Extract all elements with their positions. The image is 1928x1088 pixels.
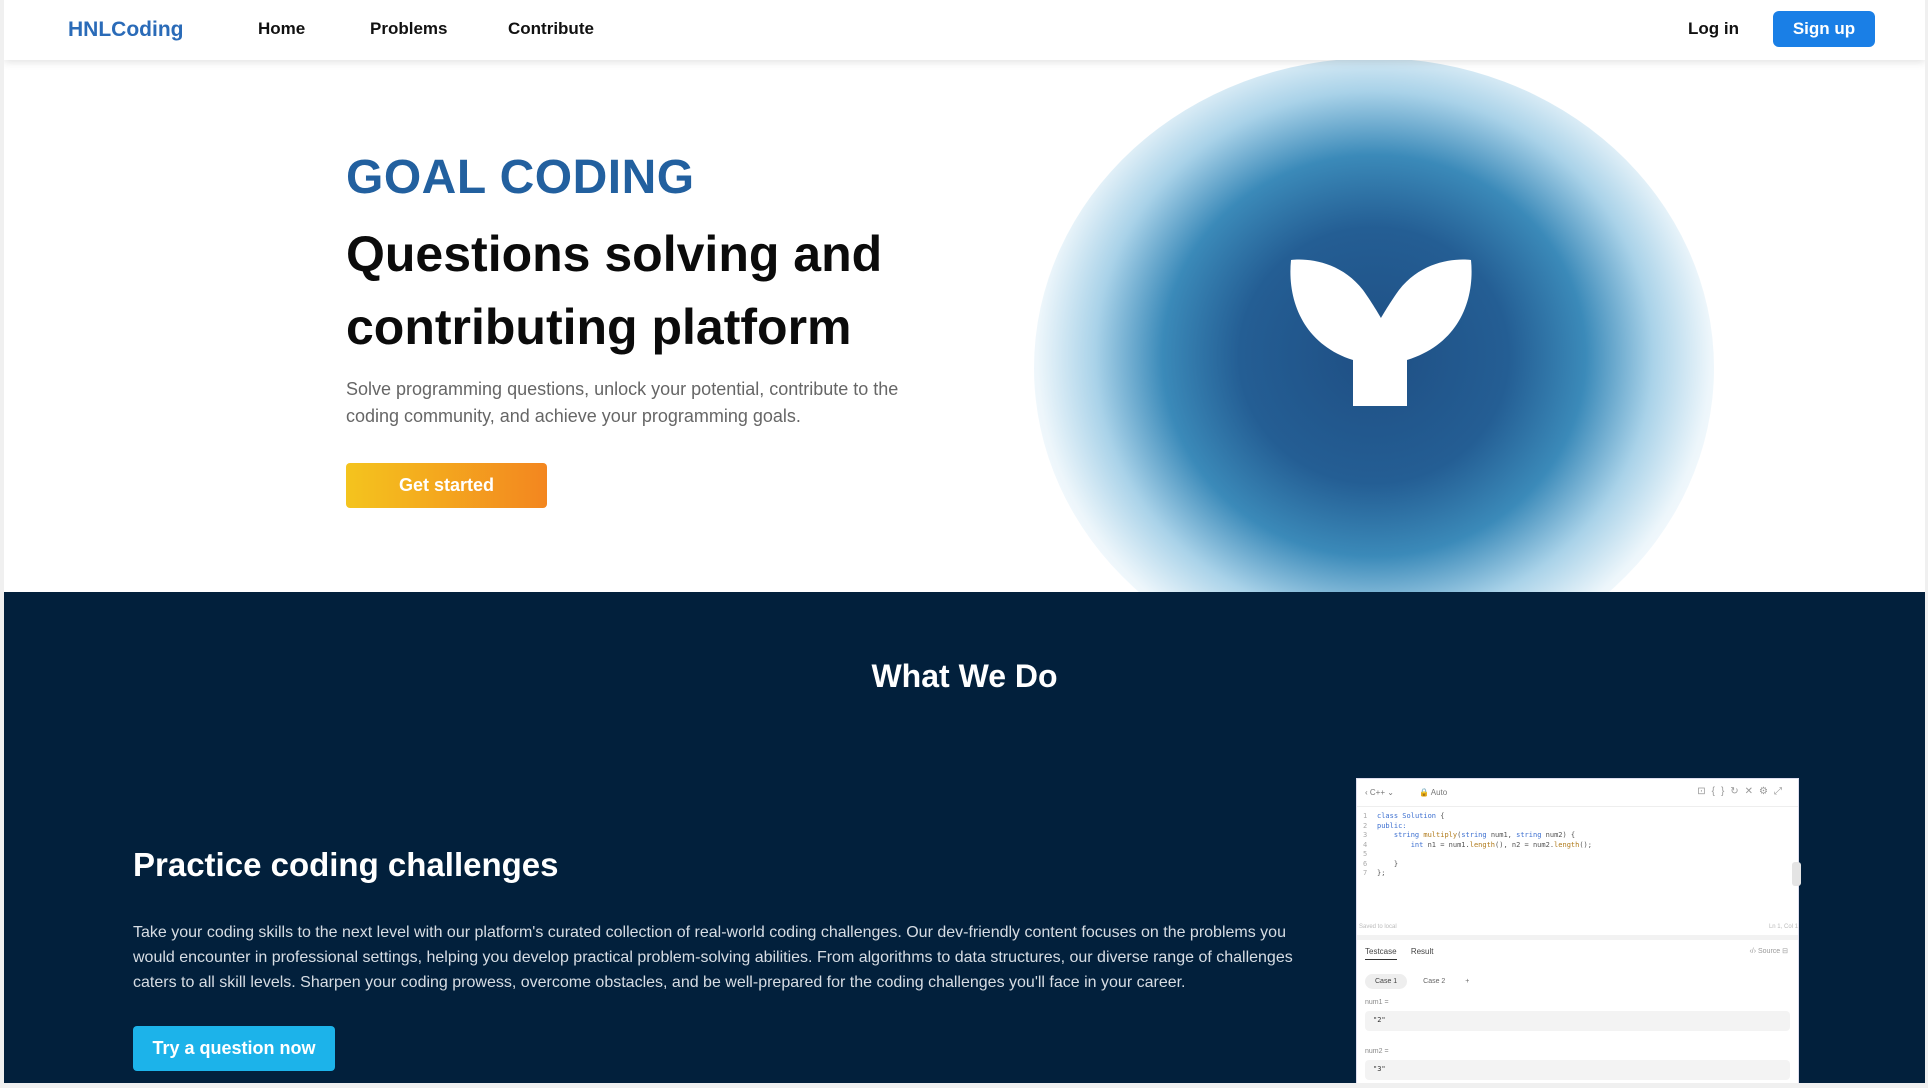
feature-title: Practice coding challenges [133, 846, 559, 883]
param-value: "2" [1365, 1011, 1790, 1031]
hero-kicker: GOAL CODING [346, 151, 695, 204]
language-select: ‹ C++ ⌄ [1365, 788, 1394, 797]
saved-status: Saved to local [1359, 924, 1397, 930]
case-2-chip: Case 2 [1423, 978, 1446, 985]
param-label: num2 = [1365, 1048, 1389, 1055]
brand-logo[interactable]: HNLCoding [68, 18, 183, 42]
editor-toolbar: ‹ C++ ⌄ 🔒 Auto ⊡{}↻✕⚙⤢ [1357, 779, 1798, 807]
case-row: Case 1 Case 2 + [1365, 974, 1481, 989]
hero-title: Questions solving and contributing platf… [346, 226, 883, 355]
param-label: num1 = [1365, 999, 1389, 1006]
try-question-button[interactable]: Try a question now [133, 1026, 335, 1071]
testcase-tabs: Testcase Result [1365, 947, 1434, 960]
cursor-position: Ln 1, Col 1 [1768, 924, 1798, 930]
nav-problems[interactable]: Problems [370, 19, 447, 39]
panel-splitter [1357, 935, 1798, 940]
param-value: "3" [1365, 1060, 1790, 1080]
case-1-chip: Case 1 [1365, 974, 1408, 989]
source-toggle: ‹/› Source ⊟ [1749, 948, 1788, 955]
nav-home[interactable]: Home [258, 19, 305, 39]
code-editor-preview: ‹ C++ ⌄ 🔒 Auto ⊡{}↻✕⚙⤢ 1 class Solution {… [1356, 778, 1799, 1083]
tab-result: Result [1410, 947, 1434, 956]
hero-description: Solve programming questions, unlock your… [346, 379, 899, 426]
code-block: 1 class Solution { 2 public: 3 string mult… [1363, 812, 1592, 877]
preview-scroll-handle [1792, 862, 1801, 886]
whale-tail-logo-icon [1290, 259, 1472, 406]
tab-testcase: Testcase [1365, 947, 1397, 960]
nav-contribute[interactable]: Contribute [508, 19, 594, 39]
mode-label: 🔒 Auto [1419, 788, 1448, 797]
add-case-icon: + [1465, 978, 1470, 985]
signup-button[interactable]: Sign up [1773, 11, 1875, 47]
get-started-button[interactable]: Get started [346, 463, 547, 508]
navbar: HNLCoding Home Problems Contribute Log i… [4, 0, 1925, 60]
login-link[interactable]: Log in [1688, 19, 1739, 39]
section-title: What We Do [871, 658, 1058, 694]
feature-description: Take your coding skills to the next leve… [133, 924, 1293, 991]
editor-tool-icons: ⊡{}↻✕⚙⤢ [1697, 786, 1788, 797]
page: HNLCoding Home Problems Contribute Log i… [4, 0, 1925, 1083]
what-we-do-section: What We Do Practice coding challenges Ta… [4, 592, 1925, 1083]
editor-status-bar: Saved to local Ln 1, Col 1 [1359, 924, 1798, 930]
